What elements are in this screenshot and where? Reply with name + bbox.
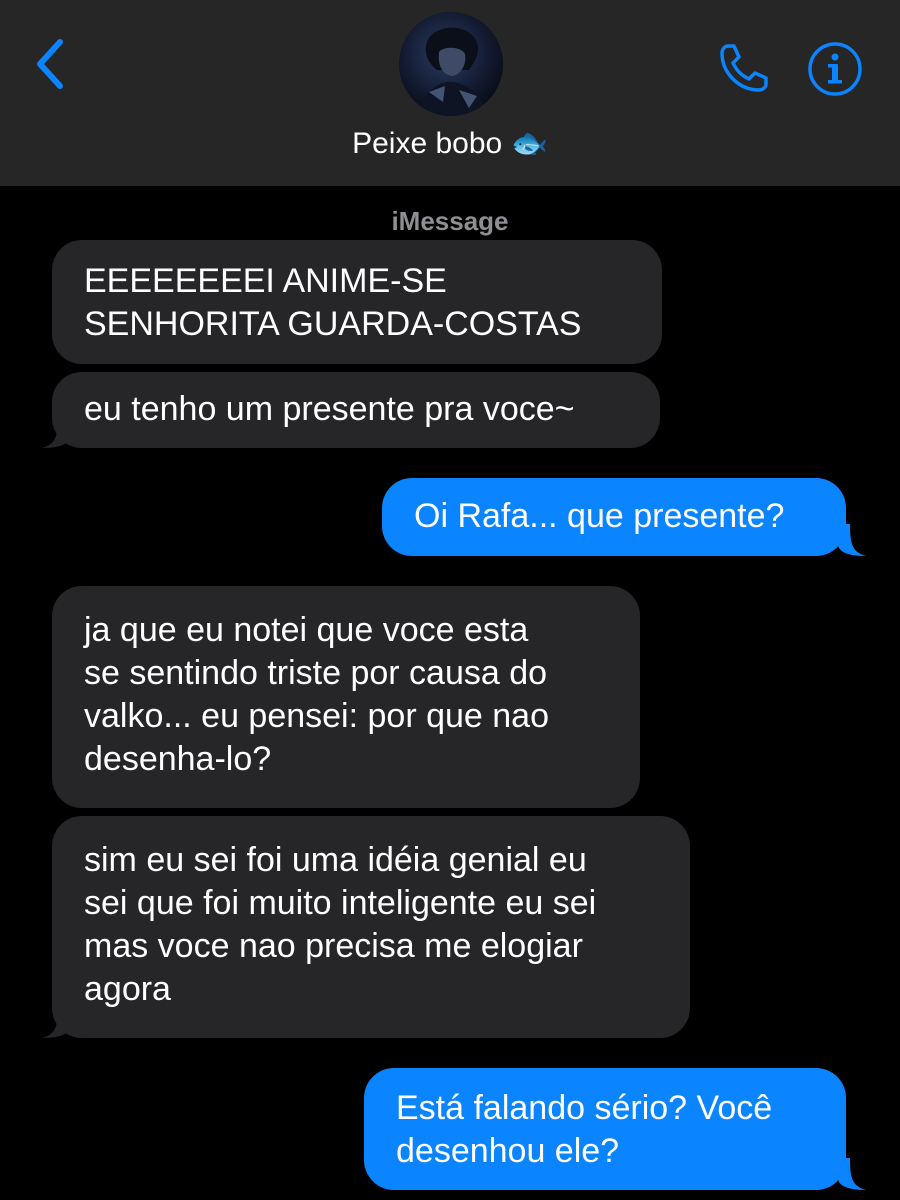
chevron-left-icon bbox=[37, 39, 63, 89]
message-line: EEEEEEEEI ANIME-SE bbox=[84, 262, 447, 300]
back-button[interactable] bbox=[28, 36, 72, 92]
conversation-header: Peixe bobo 🐟 bbox=[0, 0, 900, 186]
message-line: mas voce nao precisa me elogiar bbox=[84, 927, 583, 965]
message-bubble-outgoing[interactable]: Está falando sério? Você desenhou ele? bbox=[364, 1068, 846, 1190]
message-line: valko... eu pensei: por que nao bbox=[84, 697, 549, 735]
message-bubble-outgoing[interactable]: Oi Rafa... que presente? bbox=[382, 478, 846, 556]
message-line: desenhou ele? bbox=[396, 1132, 620, 1170]
message-line: ja que eu notei que voce esta bbox=[84, 611, 529, 649]
message-line: SENHORITA GUARDA-COSTAS bbox=[84, 305, 582, 343]
message-line: agora bbox=[84, 970, 171, 1008]
message-bubble-incoming[interactable]: sim eu sei foi uma idéia genial eu sei q… bbox=[52, 816, 690, 1038]
contact-name[interactable]: Peixe bobo 🐟 bbox=[0, 126, 900, 161]
info-button[interactable] bbox=[806, 40, 864, 98]
bubble-tail bbox=[42, 1006, 70, 1038]
call-button[interactable] bbox=[716, 40, 772, 96]
message-bubble-incoming[interactable]: EEEEEEEEI ANIME-SE SENHORITA GUARDA-COST… bbox=[52, 240, 662, 364]
avatar-image bbox=[399, 12, 503, 116]
service-label: iMessage bbox=[391, 206, 509, 236]
avatar[interactable] bbox=[399, 12, 503, 116]
message-line: sei que foi muito inteligente eu sei bbox=[84, 884, 597, 922]
bubble-tail bbox=[42, 416, 70, 448]
bubble-tail bbox=[838, 1158, 866, 1190]
phone-icon bbox=[720, 44, 768, 92]
message-line: Oi Rafa... que presente? bbox=[414, 497, 785, 535]
bubble-tail bbox=[838, 524, 866, 556]
message-line: sim eu sei foi uma idéia genial eu bbox=[84, 841, 587, 879]
info-icon bbox=[808, 42, 862, 96]
message-bubble-incoming[interactable]: eu tenho um presente pra voce~ bbox=[52, 372, 660, 448]
message-line: eu tenho um presente pra voce~ bbox=[84, 390, 575, 428]
message-line: se sentindo triste por causa do bbox=[84, 654, 548, 692]
message-bubble-incoming[interactable]: ja que eu notei que voce esta se sentind… bbox=[52, 586, 640, 808]
message-line: desenha-lo? bbox=[84, 740, 272, 778]
message-line: Está falando sério? Você bbox=[396, 1089, 773, 1127]
